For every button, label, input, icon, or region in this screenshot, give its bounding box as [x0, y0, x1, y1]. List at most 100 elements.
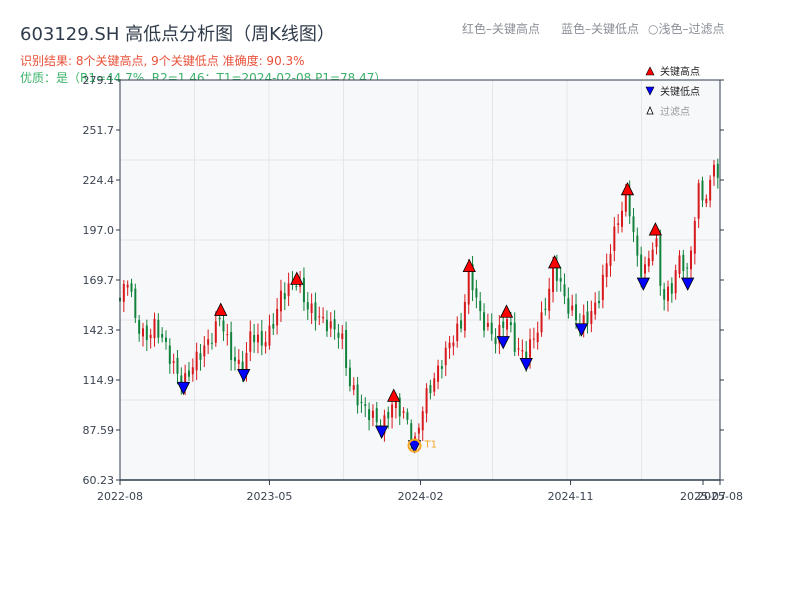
candle-body	[440, 366, 443, 369]
candle-body	[636, 235, 639, 256]
legend-high-icon	[645, 66, 655, 76]
candle-body	[575, 304, 578, 321]
candle-body	[651, 249, 654, 262]
candle-body	[153, 318, 156, 339]
candle-body	[356, 384, 359, 406]
candle-body	[666, 286, 669, 301]
y-tick-label: 224.4	[83, 174, 115, 187]
x-tick-label: 2024-02	[398, 490, 444, 503]
candle-body	[210, 342, 213, 344]
candle-body	[256, 334, 259, 343]
candle-body	[536, 332, 539, 343]
y-tick-label: 87.59	[83, 424, 115, 437]
candle-body	[264, 342, 267, 347]
candle-body	[548, 288, 551, 311]
candle-body	[486, 322, 489, 327]
candle-body	[310, 303, 313, 314]
candle-body	[302, 277, 305, 303]
candle-body	[705, 198, 708, 204]
candle-body	[540, 312, 543, 333]
candle-body	[368, 409, 371, 421]
x-tick-label: 2022-08	[97, 490, 143, 503]
candle-body	[467, 267, 470, 305]
y-tick-label: 251.7	[83, 124, 115, 137]
candle-body	[693, 220, 696, 254]
candle-body	[590, 311, 593, 324]
candle-body	[417, 427, 420, 434]
candle-body	[640, 254, 643, 277]
candle-body	[272, 324, 275, 329]
candle-body	[371, 410, 374, 418]
candle-body	[176, 357, 179, 374]
candle-body	[130, 283, 133, 292]
candle-body	[452, 342, 455, 347]
candle-body	[360, 401, 363, 403]
candle-body	[544, 308, 547, 310]
candle-body	[306, 302, 309, 310]
candle-body	[222, 320, 225, 332]
candle-body	[712, 164, 715, 177]
plot-area	[120, 80, 720, 480]
y-tick-label: 142.3	[83, 324, 115, 337]
candle-body	[230, 332, 233, 360]
candle-body	[586, 311, 589, 324]
candle-body	[333, 319, 336, 330]
candle-body	[207, 339, 210, 345]
candle-body	[490, 322, 493, 335]
candle-body	[287, 283, 290, 297]
candle-body	[613, 226, 616, 251]
candle-body	[253, 334, 256, 343]
candle-body	[164, 337, 167, 343]
candle-body	[529, 339, 532, 358]
candle-body	[429, 385, 432, 394]
candle-body	[149, 334, 152, 339]
x-tick-label: 2025-08	[697, 490, 743, 503]
candle-body	[521, 350, 524, 352]
candle-body	[559, 278, 562, 282]
candle-body	[509, 322, 512, 326]
candle-body	[609, 253, 612, 266]
y-tick-label: 197.0	[83, 224, 115, 237]
candle-body	[647, 258, 650, 267]
candle-body	[709, 179, 712, 201]
candle-body	[283, 293, 286, 300]
candle-body	[552, 267, 555, 293]
candle-body	[617, 223, 620, 225]
candle-body	[621, 210, 624, 227]
candle-body	[387, 411, 390, 419]
candle-body	[218, 317, 221, 320]
candle-body	[437, 365, 440, 382]
candle-body	[716, 163, 719, 178]
candle-body	[644, 264, 646, 274]
candle-body	[624, 192, 627, 212]
candle-body	[659, 236, 662, 286]
y-tick-label: 169.7	[83, 274, 115, 287]
candle-body	[214, 321, 217, 343]
y-tick-label: 279.1	[83, 74, 115, 87]
candle-body	[670, 283, 673, 294]
candle-body	[141, 328, 144, 337]
candle-body	[494, 337, 497, 345]
candle-body	[203, 345, 206, 357]
candle-body	[314, 302, 317, 321]
y-tick-label: 60.23	[83, 474, 115, 487]
candle-body	[276, 308, 279, 326]
candle-body	[279, 290, 282, 312]
candle-body	[448, 342, 451, 349]
candle-body	[138, 320, 141, 334]
candle-body	[456, 323, 459, 342]
candle-body	[226, 334, 229, 336]
candle-body	[325, 319, 328, 332]
candle-body	[329, 321, 332, 329]
candle-body	[195, 351, 198, 371]
candle-body	[563, 284, 566, 297]
candle-body	[601, 274, 604, 301]
candle-body	[352, 385, 355, 390]
candle-body	[191, 367, 194, 375]
candle-body	[632, 216, 635, 233]
y-tick-label: 114.9	[83, 374, 115, 387]
candle-body	[502, 321, 505, 328]
candle-body	[689, 250, 692, 270]
candle-body	[701, 180, 704, 201]
candle-body	[134, 288, 137, 318]
